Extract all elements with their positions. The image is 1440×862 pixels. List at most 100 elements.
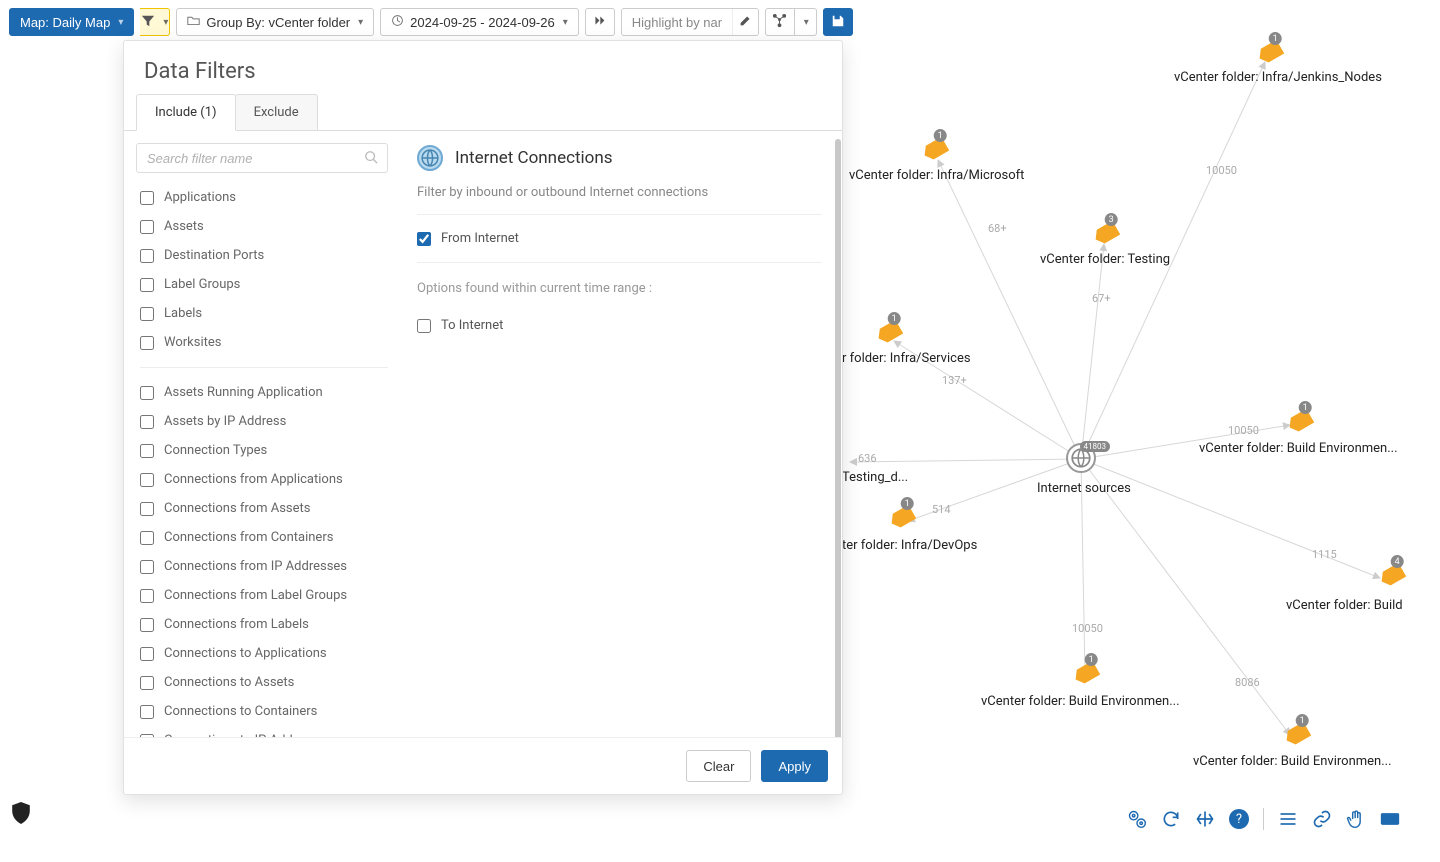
filter-category-label: Label Groups	[164, 277, 240, 292]
filter-category-checkbox[interactable]	[140, 589, 154, 603]
graph-edge-label: 67+	[1092, 292, 1111, 305]
chevron-down-icon: ▾	[563, 17, 568, 28]
filter-category-checkbox[interactable]	[140, 502, 154, 516]
chevron-down-icon: ▾	[804, 17, 809, 28]
filter-category-item[interactable]: Connections from Label Groups	[136, 581, 392, 610]
filter-category-label: Connections from Containers	[164, 530, 333, 545]
date-range-button[interactable]: 2024-09-25 - 2024-09-26 ▾	[380, 8, 579, 36]
filter-category-checkbox[interactable]	[140, 278, 154, 292]
highlight-input[interactable]	[622, 9, 732, 35]
to-internet-label: To Internet	[441, 318, 503, 333]
filter-search-input[interactable]	[136, 143, 388, 173]
layout-button[interactable]	[765, 8, 795, 36]
graph-node-label: r folder: Infra/Services	[842, 351, 971, 366]
filter-category-item[interactable]: Connections from Containers	[136, 523, 392, 552]
filter-category-item[interactable]: Connection Types	[136, 436, 392, 465]
filter-category-item[interactable]: Connections from Assets	[136, 494, 392, 523]
highlight-edit-button[interactable]	[732, 9, 758, 35]
filter-category-checkbox[interactable]	[140, 336, 154, 350]
graph-edge-label: 68+	[988, 222, 1007, 235]
filter-category-item[interactable]: Connections from IP Addresses	[136, 552, 392, 581]
filter-category-checkbox[interactable]	[140, 307, 154, 321]
panel-tabs: Include (1) Exclude	[124, 94, 842, 131]
node-badge: 3	[1105, 213, 1118, 226]
filter-category-checkbox[interactable]	[140, 386, 154, 400]
filter-category-item[interactable]: Label Groups	[136, 270, 392, 299]
filter-category-checkbox[interactable]	[140, 444, 154, 458]
group-by-label: Group By: vCenter folder	[206, 15, 350, 30]
from-internet-label: From Internet	[441, 231, 519, 246]
filter-category-label: Connections from Labels	[164, 617, 309, 632]
filter-category-label: Connections from Assets	[164, 501, 310, 516]
filter-category-item[interactable]: Worksites	[136, 328, 392, 357]
graph-node-label: vCenter folder: Infra/Jenkins_Nodes	[1174, 70, 1382, 85]
graph-center-node[interactable]: 41803	[1066, 443, 1096, 473]
graph-edge-label: 636	[858, 452, 877, 465]
filter-category-checkbox[interactable]	[140, 560, 154, 574]
filter-category-checkbox[interactable]	[140, 618, 154, 632]
filter-category-label: Connections to Containers	[164, 704, 317, 719]
filter-detail: Internet Connections Filter by inbound o…	[396, 131, 842, 737]
filter-category-checkbox[interactable]	[140, 220, 154, 234]
pencil-icon	[739, 14, 752, 30]
filter-category-label: Worksites	[164, 335, 221, 350]
filter-category-item[interactable]: Connections from Labels	[136, 610, 392, 639]
filter-category-label: Assets	[164, 219, 204, 234]
graph-node-label: Testing_d...	[842, 470, 908, 485]
node-badge: 1	[1085, 653, 1098, 666]
graph-edge-label: 10050	[1228, 424, 1259, 437]
graph-edge-label: 1115	[1312, 548, 1337, 561]
filter-category-item[interactable]: Assets	[136, 212, 392, 241]
skip-forward-button[interactable]	[585, 8, 615, 36]
filter-category-checkbox[interactable]	[140, 647, 154, 661]
filter-category-checkbox[interactable]	[140, 415, 154, 429]
filter-category-item[interactable]: Connections to Applications	[136, 639, 392, 668]
detail-subtitle: Filter by inbound or outbound Internet c…	[417, 179, 822, 215]
filter-category-checkbox[interactable]	[140, 473, 154, 487]
layout-dropdown-button[interactable]: ▾	[795, 8, 817, 36]
graph-edge-label: 10050	[1206, 164, 1237, 177]
filter-category-item[interactable]: Connections to Assets	[136, 668, 392, 697]
filter-category-item[interactable]: Connections from Applications	[136, 465, 392, 494]
apply-button[interactable]: Apply	[761, 750, 828, 782]
filter-category-item[interactable]: Connections to IP Addresses	[136, 726, 392, 737]
graph-node-label: vCenter folder: Build Environmen...	[981, 694, 1180, 709]
chevron-down-icon: ▾	[118, 17, 123, 28]
filter-category-label: Applications	[164, 190, 236, 205]
tab-include[interactable]: Include (1)	[136, 94, 236, 131]
filter-category-checkbox[interactable]	[140, 531, 154, 545]
filter-category-checkbox[interactable]	[140, 734, 154, 738]
filter-category-item[interactable]: Labels	[136, 299, 392, 328]
search-icon	[364, 150, 378, 168]
graph-node-label: vCenter folder: Testing	[1040, 252, 1170, 267]
tab-exclude[interactable]: Exclude	[235, 94, 318, 131]
filter-category-item[interactable]: Applications	[136, 183, 392, 212]
to-internet-checkbox[interactable]	[417, 319, 431, 333]
save-button[interactable]	[823, 8, 853, 36]
chevron-down-icon: ▾	[358, 17, 363, 28]
graph-edge-label: 8086	[1235, 676, 1260, 689]
filter-category-item[interactable]: Connections to Containers	[136, 697, 392, 726]
data-filters-panel: Data Filters Include (1) Exclude Applica…	[123, 40, 843, 795]
filter-category-checkbox[interactable]	[140, 676, 154, 690]
filter-category-checkbox[interactable]	[140, 191, 154, 205]
filter-category-checkbox[interactable]	[140, 249, 154, 263]
clock-icon	[391, 14, 404, 30]
graph-node-label: ter folder: Infra/DevOps	[842, 538, 977, 553]
filter-category-checkbox[interactable]	[140, 705, 154, 719]
clear-button[interactable]: Clear	[686, 750, 751, 782]
to-internet-option[interactable]: To Internet	[417, 302, 822, 349]
filter-category-item[interactable]: Assets by IP Address	[136, 407, 392, 436]
group-by-button[interactable]: Group By: vCenter folder ▾	[176, 8, 374, 36]
filter-category-item[interactable]: Assets Running Application	[136, 378, 392, 407]
map-selector-button[interactable]: Map: Daily Map ▾	[9, 8, 134, 36]
from-internet-option[interactable]: From Internet	[417, 215, 822, 263]
funnel-icon	[141, 14, 155, 31]
scrollbar[interactable]	[835, 139, 841, 737]
graph-edge-label: 10050	[1072, 622, 1103, 635]
filter-categories: Applications Assets Destination Ports Label…	[124, 131, 396, 737]
skip-forward-icon	[593, 14, 606, 30]
filter-category-item[interactable]: Destination Ports	[136, 241, 392, 270]
from-internet-checkbox[interactable]	[417, 232, 431, 246]
filter-button[interactable]: ▾	[140, 8, 170, 36]
